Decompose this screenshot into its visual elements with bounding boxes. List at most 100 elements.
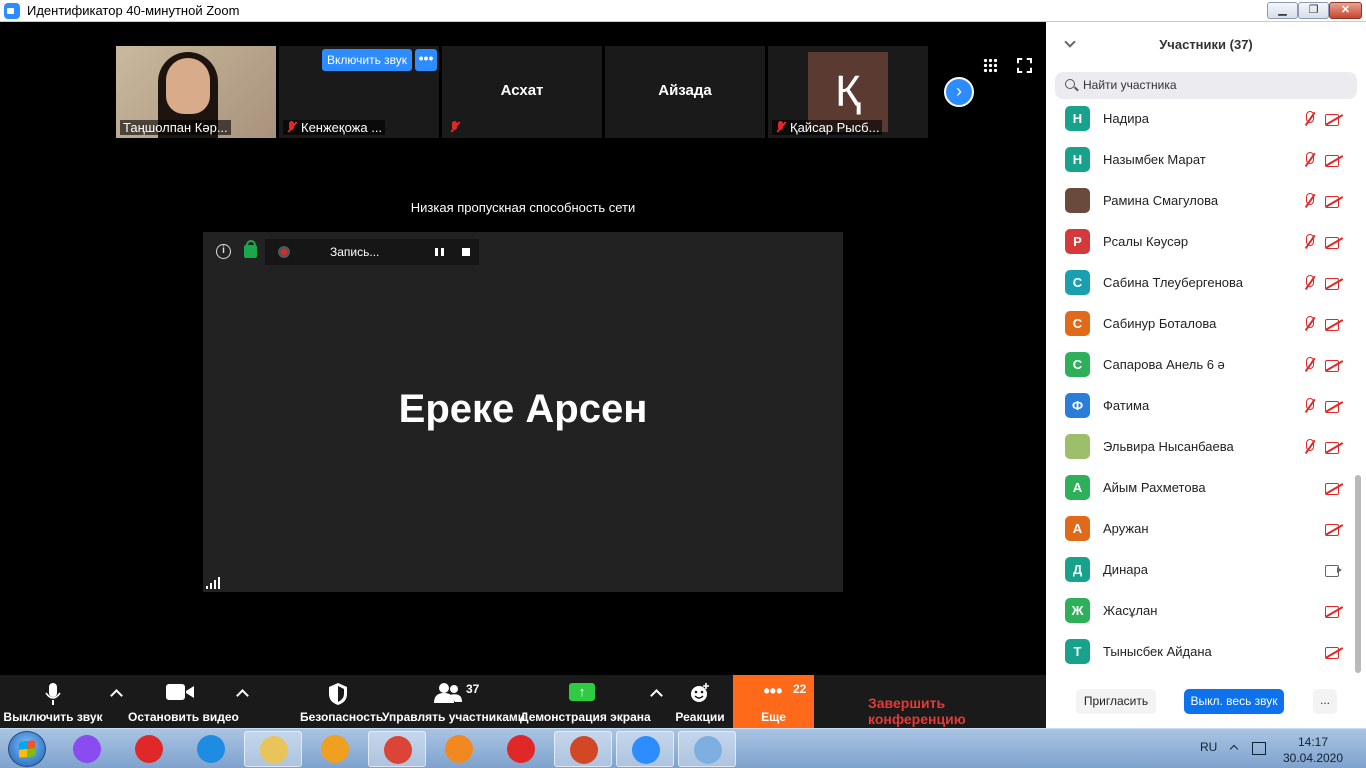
more-dots-icon: •••: [763, 681, 783, 701]
avatar: Ж: [1065, 598, 1090, 623]
participant-name: Назымбек Марат: [1103, 152, 1206, 167]
mic-muted-icon: [449, 121, 459, 133]
mic-muted-icon: [1303, 316, 1316, 332]
taskbar-app[interactable]: [554, 731, 612, 767]
camera-off-icon: [1325, 400, 1343, 413]
encryption-lock-icon[interactable]: [244, 240, 257, 258]
more-button[interactable]: ••• 22 Еще: [733, 675, 814, 728]
maximize-button[interactable]: ❐: [1298, 2, 1329, 19]
mic-muted-icon: [1303, 234, 1316, 250]
audio-options-chevron-icon[interactable]: [110, 689, 123, 702]
participant-row[interactable]: Д Динара: [1046, 550, 1356, 591]
taskbar-app[interactable]: [430, 731, 488, 767]
minimize-button[interactable]: ▁: [1267, 2, 1298, 19]
camera-off-icon: [1325, 646, 1343, 659]
recording-bar: Запись...: [265, 239, 479, 265]
participant-row[interactable]: С Сабина Тлеубергенова: [1046, 263, 1356, 304]
participant-row[interactable]: А Айым Рахметова: [1046, 468, 1356, 509]
security-button[interactable]: Безопасность: [300, 675, 383, 728]
participant-row[interactable]: Р Рсалы Кәусәр: [1046, 222, 1356, 263]
mic-muted-icon: [1303, 357, 1316, 373]
participant-thumbnail[interactable]: Айзада: [605, 46, 765, 138]
taskbar-app[interactable]: [616, 731, 674, 767]
language-indicator[interactable]: RU: [1200, 740, 1217, 754]
camera-off-icon: [1325, 523, 1343, 536]
next-page-button[interactable]: ›: [944, 77, 974, 107]
gallery-view-icon[interactable]: [983, 58, 998, 73]
taskbar-app[interactable]: [492, 731, 550, 767]
taskbar-app[interactable]: [306, 731, 364, 767]
share-screen-button[interactable]: ↑ Демонстрация экрана: [520, 675, 651, 728]
invite-button[interactable]: Пригласить: [1076, 689, 1156, 714]
participant-thumbnail[interactable]: Таңшолпан Кәр...: [116, 46, 276, 138]
avatar: [1065, 188, 1090, 213]
taskbar-app[interactable]: [182, 731, 240, 767]
network-icon[interactable]: [1252, 742, 1266, 755]
system-clock[interactable]: 14:17 30.04.2020: [1280, 734, 1346, 766]
participant-name: Рамина Смагулова: [1103, 193, 1219, 208]
camera-icon: [1325, 564, 1343, 577]
avatar: А: [1065, 516, 1090, 541]
window-title: Идентификатор 40-минутной Zoom: [27, 3, 240, 18]
thumbnail-name: Қайсар Рысб...: [772, 120, 883, 135]
taskbar-app[interactable]: [58, 731, 116, 767]
more-count: 22: [793, 682, 807, 696]
manage-participants-button[interactable]: 37 Управлять участниками: [382, 675, 525, 728]
participant-row[interactable]: Т Тынысбек Айдана: [1046, 632, 1356, 669]
participant-thumbnail[interactable]: Қ Қайсар Рысб...: [768, 46, 928, 138]
avatar: Ф: [1065, 393, 1090, 418]
taskbar-app[interactable]: [120, 731, 178, 767]
participant-row[interactable]: Ж Жасұлан: [1046, 591, 1356, 632]
participant-row[interactable]: Н Надира: [1046, 99, 1356, 140]
participant-row[interactable]: Н Назымбек Марат: [1046, 140, 1356, 181]
mute-all-button[interactable]: Выкл. весь звук: [1184, 689, 1284, 714]
participant-list-scrollbar[interactable]: [1355, 475, 1361, 673]
participant-thumbnail[interactable]: Асхат: [442, 46, 602, 138]
participant-search-input[interactable]: Найти участника: [1055, 72, 1357, 99]
video-options-chevron-icon[interactable]: [236, 689, 249, 702]
participant-name: Сабина Тлеубергенова: [1103, 275, 1244, 290]
mute-button[interactable]: Выключить звук: [0, 675, 106, 728]
pause-recording-icon[interactable]: [435, 248, 444, 256]
participant-row[interactable]: А Аружан: [1046, 509, 1356, 550]
participant-row[interactable]: Эльвира Нысанбаева: [1046, 427, 1356, 468]
thumbnail-name: Таңшолпан Кәр...: [120, 120, 231, 135]
yandex-browser-icon: [507, 735, 535, 763]
fullscreen-icon[interactable]: [1017, 58, 1032, 73]
participant-row[interactable]: Ф Фатима: [1046, 386, 1356, 427]
camera-off-icon: [1325, 441, 1343, 454]
participants-panel: Участники (37) Найти участника Н Надира Н Н…: [1046, 22, 1366, 728]
meeting-stage: Таңшолпан Кәр... Кенжеқожа ... Асхат Айз…: [0, 22, 1046, 675]
thumbnail-center-name: Айзада: [658, 82, 712, 99]
avatar: С: [1065, 270, 1090, 295]
reactions-button[interactable]: Реакции: [672, 675, 728, 728]
info-icon[interactable]: i: [216, 244, 231, 259]
participants-icon: [434, 683, 462, 703]
mic-muted-icon: [1303, 439, 1316, 455]
participant-row[interactable]: Рамина Смагулова: [1046, 181, 1356, 222]
taskbar-app[interactable]: [244, 731, 302, 767]
thumbnail-more-button[interactable]: •••: [415, 49, 437, 71]
close-button[interactable]: ✕: [1329, 2, 1362, 19]
tray-expand-icon[interactable]: [1229, 744, 1239, 754]
taskbar-app[interactable]: [368, 731, 426, 767]
camera-off-icon: [1325, 277, 1343, 290]
paint-icon: [694, 736, 722, 764]
avatar: С: [1065, 352, 1090, 377]
thumbnail-strip: Таңшолпан Кәр... Кенжеқожа ... Асхат Айз…: [116, 46, 930, 139]
unmute-participant-button[interactable]: Включить звук: [322, 49, 412, 71]
camera-off-icon: [1325, 113, 1343, 126]
panel-footer: Пригласить Выкл. весь звук ...: [1046, 684, 1366, 724]
participant-row[interactable]: С Сапарова Анель 6 ә: [1046, 345, 1356, 386]
camera-off-icon: [1325, 605, 1343, 618]
stop-video-button[interactable]: Остановить видео: [128, 675, 239, 728]
emoji-icon: [691, 683, 709, 702]
start-button[interactable]: [8, 731, 46, 767]
end-meeting-button[interactable]: Завершить конференцию: [868, 695, 1046, 727]
stop-recording-icon[interactable]: [462, 248, 470, 256]
share-options-chevron-icon[interactable]: [650, 689, 663, 702]
zoom-icon: [632, 736, 660, 764]
panel-more-button[interactable]: ...: [1313, 689, 1337, 714]
participant-row[interactable]: С Сабинур Боталова: [1046, 304, 1356, 345]
taskbar-app[interactable]: [678, 731, 736, 767]
